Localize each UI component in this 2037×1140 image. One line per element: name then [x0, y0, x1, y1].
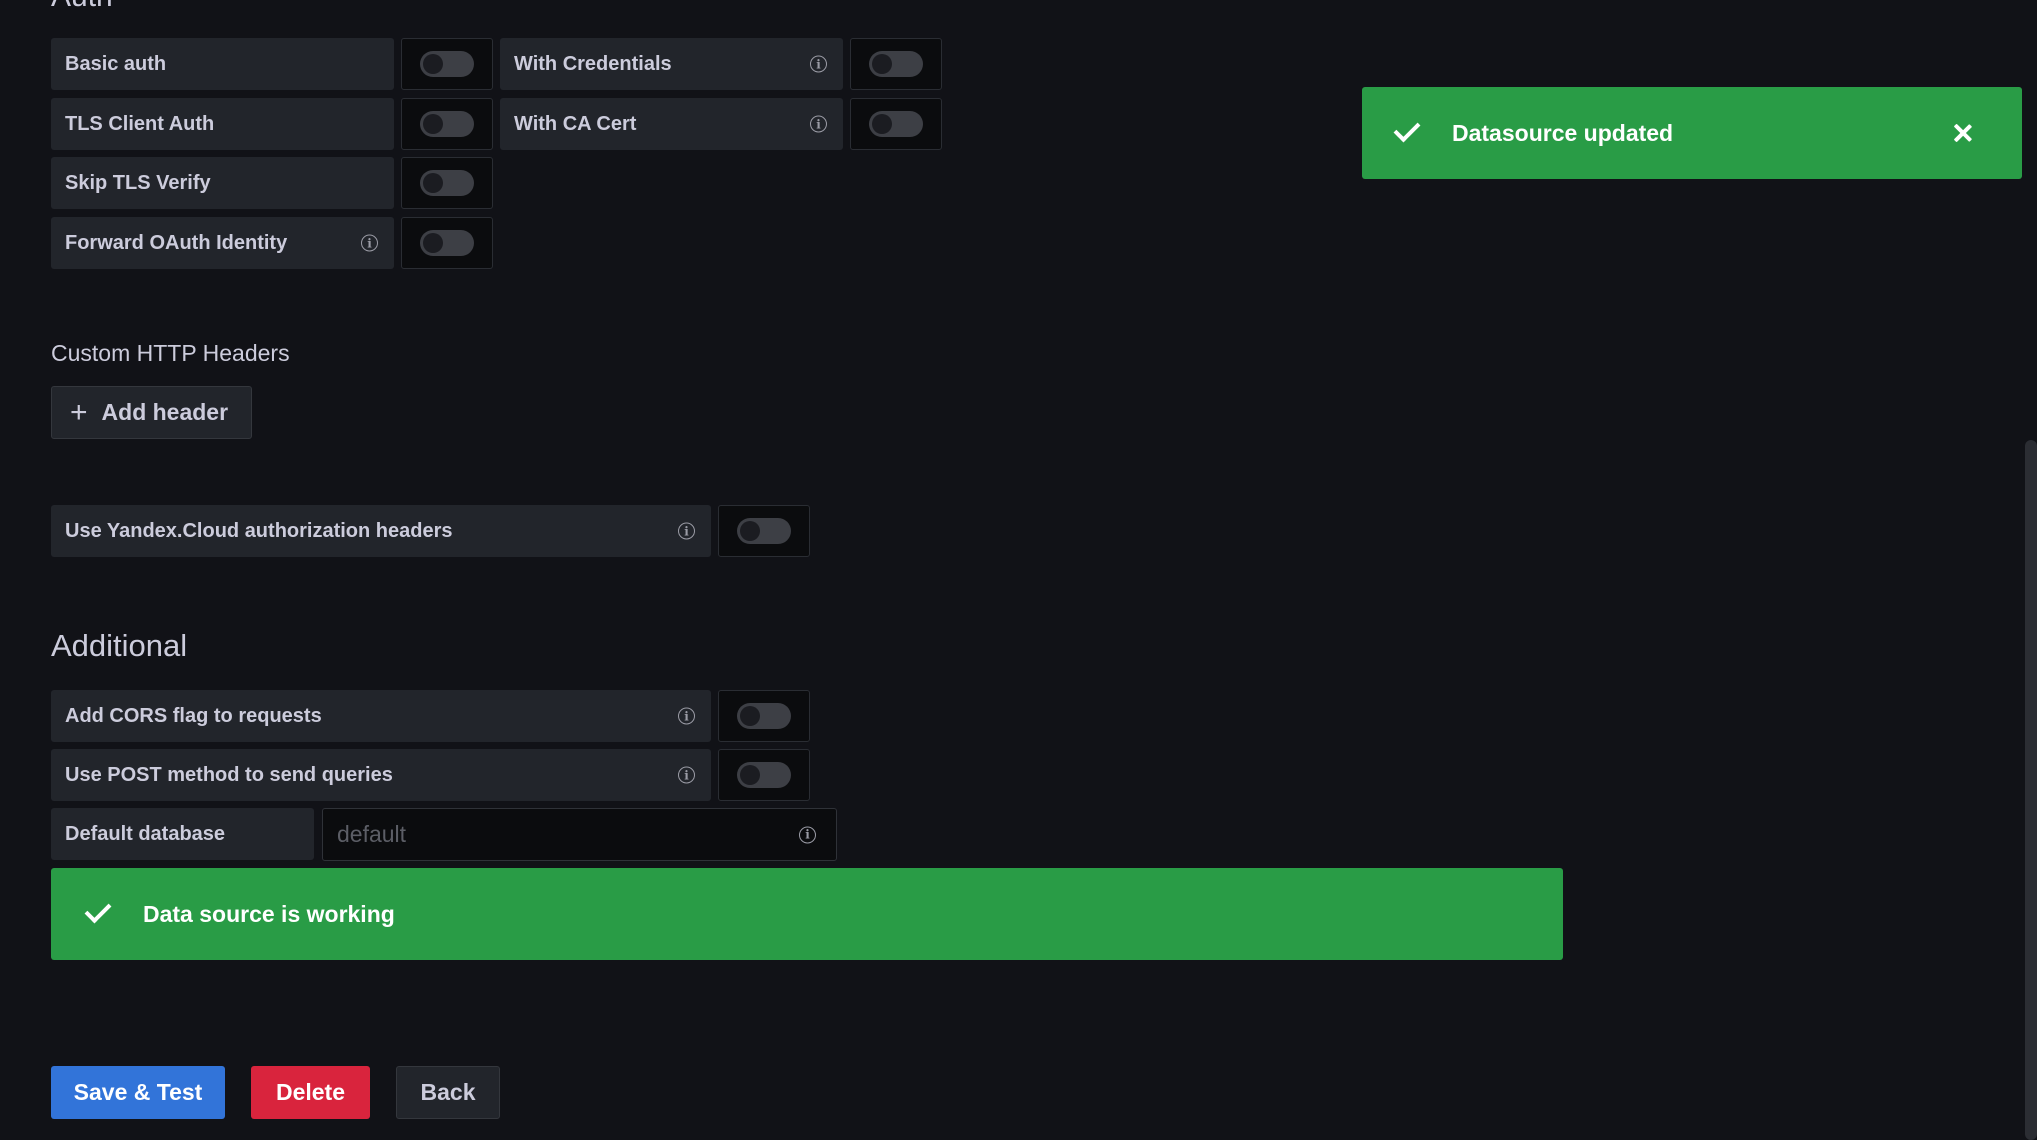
yandex-auth-headers-label: Use Yandex.Cloud authorization headers i [51, 505, 711, 557]
post-method-label-text: Use POST method to send queries [65, 763, 393, 786]
tls-client-auth-toggle[interactable] [401, 98, 493, 150]
with-credentials-label-text: With Credentials [514, 52, 672, 75]
basic-auth-toggle[interactable] [401, 38, 493, 90]
forward-oauth-identity-toggle[interactable] [401, 217, 493, 269]
toggle-track [420, 230, 474, 256]
toggle-knob [740, 706, 760, 726]
toggle-knob [740, 521, 760, 541]
data-source-status-alert: Data source is working [51, 868, 1563, 960]
toggle-track [420, 111, 474, 137]
skip-tls-verify-label: Skip TLS Verify [51, 157, 394, 209]
additional-section-title: Additional [51, 628, 188, 663]
info-icon[interactable]: i [678, 707, 695, 725]
toggle-knob [872, 54, 892, 74]
toggle-knob [423, 173, 443, 193]
toggle-track [420, 51, 474, 77]
toggle-knob [740, 765, 760, 785]
delete-button[interactable]: Delete [251, 1066, 370, 1119]
with-ca-cert-label: With CA Cert i [500, 98, 843, 150]
with-credentials-label: With Credentials i [500, 38, 843, 90]
toggle-knob [423, 54, 443, 74]
custom-headers-title: Custom HTTP Headers [51, 340, 290, 366]
info-icon[interactable]: i [678, 522, 695, 540]
add-header-label: Add header [101, 399, 229, 425]
basic-auth-label-text: Basic auth [65, 52, 167, 75]
default-database-placeholder: default [337, 821, 407, 847]
info-icon[interactable]: i [678, 766, 695, 784]
check-icon [1393, 115, 1421, 143]
with-credentials-toggle[interactable] [850, 38, 942, 90]
cors-flag-label-text: Add CORS flag to requests [65, 704, 322, 727]
info-icon[interactable]: i [361, 234, 378, 252]
skip-tls-verify-toggle[interactable] [401, 157, 493, 209]
close-icon[interactable] [1952, 122, 1974, 144]
cors-flag-toggle[interactable] [718, 690, 810, 742]
toggle-knob [872, 114, 892, 134]
with-ca-cert-label-text: With CA Cert [514, 112, 637, 135]
tls-client-auth-label: TLS Client Auth [51, 98, 394, 150]
toggle-knob [423, 233, 443, 253]
post-method-label: Use POST method to send queries i [51, 749, 711, 801]
tls-client-auth-label-text: TLS Client Auth [65, 112, 215, 135]
yandex-auth-headers-label-text: Use Yandex.Cloud authorization headers [65, 519, 453, 542]
check-icon [84, 896, 112, 924]
save-test-button[interactable]: Save & Test [51, 1066, 225, 1119]
post-method-toggle[interactable] [718, 749, 810, 801]
back-button[interactable]: Back [396, 1066, 500, 1119]
info-icon[interactable]: i [799, 826, 816, 843]
info-icon[interactable]: i [810, 115, 827, 133]
default-database-input[interactable]: default i [322, 808, 837, 861]
forward-oauth-identity-label-text: Forward OAuth Identity [65, 231, 288, 254]
toggle-track [420, 170, 474, 196]
toggle-track [869, 51, 923, 77]
add-header-button[interactable]: + Add header [51, 386, 252, 439]
toggle-track [737, 518, 791, 544]
toggle-track [737, 703, 791, 729]
with-ca-cert-toggle[interactable] [850, 98, 942, 150]
forward-oauth-identity-label: Forward OAuth Identity i [51, 217, 394, 269]
default-database-label-text: Default database [65, 822, 226, 845]
page-scrollbar[interactable] [2025, 440, 2037, 1140]
toggle-track [869, 111, 923, 137]
default-database-label: Default database [51, 808, 314, 860]
plus-icon: + [70, 395, 88, 429]
toast-message: Datasource updated [1452, 119, 1674, 146]
status-message: Data source is working [143, 900, 395, 927]
yandex-auth-headers-toggle[interactable] [718, 505, 810, 557]
cors-flag-label: Add CORS flag to requests i [51, 690, 711, 742]
datasource-updated-toast: Datasource updated [1362, 87, 2022, 179]
basic-auth-label: Basic auth [51, 38, 394, 90]
auth-section-title: Auth [51, 0, 113, 12]
info-icon[interactable]: i [810, 55, 827, 73]
toggle-track [737, 762, 791, 788]
toggle-knob [423, 114, 443, 134]
skip-tls-verify-label-text: Skip TLS Verify [65, 171, 211, 194]
